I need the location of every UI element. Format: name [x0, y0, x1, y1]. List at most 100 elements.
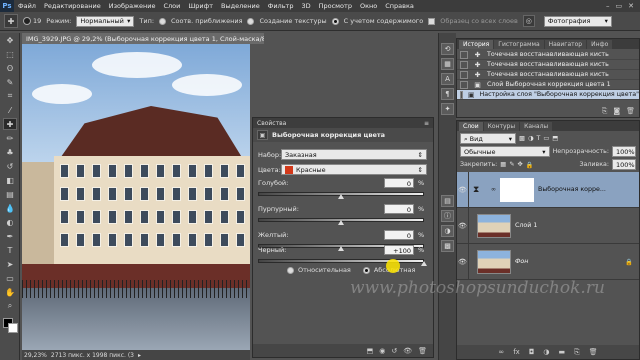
- maximize-button[interactable]: ▭: [616, 2, 623, 10]
- brush-tool-icon[interactable]: ✏: [3, 132, 17, 144]
- clone-stamp-tool-icon[interactable]: ♣: [3, 146, 17, 158]
- dodge-tool-icon[interactable]: ◐: [3, 216, 17, 228]
- close-button[interactable]: ✕: [628, 2, 634, 10]
- tab-history[interactable]: История: [459, 40, 494, 49]
- layer-row-layer1[interactable]: 👁 Слой 1: [457, 207, 639, 244]
- tab-paths[interactable]: Контуры: [483, 122, 520, 131]
- sample-all-layers-checkbox[interactable]: [428, 17, 436, 25]
- properties-tab[interactable]: Свойства: [257, 120, 286, 127]
- history-item[interactable]: ▣ Слой Выборочная коррекция цвета 1: [457, 80, 639, 90]
- layer-filter-select[interactable]: ⌕ Вид ▾: [460, 133, 516, 144]
- info-panel-icon[interactable]: ⓘ: [441, 210, 454, 222]
- blur-tool-icon[interactable]: 💧: [3, 202, 17, 214]
- move-tool-icon[interactable]: ✥: [3, 34, 17, 46]
- document-canvas[interactable]: [22, 44, 250, 350]
- tab-histogram[interactable]: Гистограмма: [494, 40, 544, 49]
- marquee-tool-icon[interactable]: ⬚: [3, 48, 17, 60]
- visibility-eye-icon[interactable]: 👁: [457, 207, 469, 244]
- menu-layers[interactable]: Слои: [159, 2, 184, 10]
- history-snapshot-box[interactable]: [460, 60, 468, 69]
- filter-smart-icon[interactable]: ⬒: [552, 135, 558, 142]
- menu-edit[interactable]: Редактирование: [40, 2, 105, 10]
- history-item[interactable]: ✚ Точечная восстанавливающая кисть: [457, 60, 639, 70]
- history-brush-tool-icon[interactable]: ↺: [3, 160, 17, 172]
- black-thumb[interactable]: [421, 261, 427, 266]
- adjustments-panel-icon[interactable]: ◑: [441, 225, 454, 237]
- visibility-eye-icon[interactable]: 👁: [457, 171, 469, 208]
- crop-tool-icon[interactable]: ⌗: [3, 90, 17, 102]
- new-adjustment-icon[interactable]: ◑: [543, 348, 549, 356]
- black-value[interactable]: +100: [384, 245, 414, 255]
- trash-icon[interactable]: 🗑: [589, 348, 598, 356]
- filter-pixel-icon[interactable]: ▩: [519, 135, 525, 142]
- mode-select[interactable]: Нормальный ▾: [76, 15, 135, 27]
- quick-select-tool-icon[interactable]: ✎: [3, 76, 17, 88]
- document-tab[interactable]: IMG_3929.JPG @ 29,2% (Выборочная коррекц…: [22, 33, 264, 44]
- eyedropper-tool-icon[interactable]: ⁄: [3, 104, 17, 116]
- radio-texture[interactable]: [247, 17, 255, 25]
- lock-transparent-icon[interactable]: ▦: [500, 161, 506, 168]
- filter-adjust-icon[interactable]: ◑: [528, 135, 534, 142]
- magenta-thumb[interactable]: [338, 220, 344, 225]
- workspace-select[interactable]: Фотография ▾: [543, 15, 612, 27]
- layer-row-adjustment[interactable]: 👁 ⧗ ∞ Выборочная корре...: [457, 171, 639, 208]
- clone-source-panel-icon[interactable]: ✦: [441, 103, 454, 115]
- radio-content-aware[interactable]: [331, 17, 339, 25]
- cyan-thumb[interactable]: [338, 194, 344, 199]
- yellow-value[interactable]: 0: [384, 230, 414, 240]
- pen-tool-icon[interactable]: ✒: [3, 230, 17, 242]
- layer-row-background[interactable]: 👁 Фон 🔒: [457, 243, 639, 280]
- blend-mode-select[interactable]: Обычные ▾: [460, 146, 550, 157]
- layer-thumbnail[interactable]: [477, 213, 511, 238]
- visibility-icon[interactable]: 👁: [403, 347, 412, 355]
- tab-layers[interactable]: Слои: [459, 122, 483, 131]
- panel-menu-icon[interactable]: ≡: [424, 120, 433, 127]
- menu-filter[interactable]: Фильтр: [264, 2, 298, 10]
- type-tool-icon[interactable]: T: [3, 244, 17, 256]
- trash-icon[interactable]: 🗑: [418, 347, 427, 355]
- reset-icon[interactable]: ↺: [391, 347, 397, 355]
- opacity-input[interactable]: 100%: [612, 146, 636, 157]
- lock-position-icon[interactable]: ✥: [518, 161, 523, 168]
- shape-tool-icon[interactable]: ▭: [3, 272, 17, 284]
- filter-shape-icon[interactable]: ▭: [543, 135, 549, 142]
- spot-healing-tool-icon[interactable]: ✚: [3, 118, 17, 130]
- menu-file[interactable]: Файл: [14, 2, 40, 10]
- lasso-tool-icon[interactable]: ʘ: [3, 62, 17, 74]
- layer-thumbnail[interactable]: [477, 249, 511, 274]
- clip-to-layer-icon[interactable]: ⬒: [367, 347, 374, 355]
- fx-icon[interactable]: fx: [513, 348, 520, 356]
- pressure-icon[interactable]: ◎: [522, 15, 535, 27]
- hand-tool-icon[interactable]: ✋: [3, 286, 17, 298]
- menu-help[interactable]: Справка: [381, 2, 418, 10]
- new-group-icon[interactable]: ▬: [558, 348, 565, 356]
- fill-input[interactable]: 100%: [612, 159, 636, 170]
- history-item[interactable]: ✚ Точечная восстанавливающая кисть: [457, 70, 639, 80]
- brush-preset-panel-icon[interactable]: ▦: [441, 58, 454, 70]
- brush-size-picker[interactable]: 19: [23, 17, 41, 25]
- link-icon[interactable]: ∞: [491, 186, 496, 193]
- zoom-level[interactable]: 29,23%: [24, 352, 47, 359]
- tab-channels[interactable]: Каналы: [520, 122, 553, 131]
- paragraph-panel-icon[interactable]: ¶: [441, 88, 454, 100]
- menu-window[interactable]: Окно: [356, 2, 381, 10]
- history-item[interactable]: ✚ Точечная восстанавливающая кисть: [457, 50, 639, 60]
- char-panel-icon[interactable]: A: [441, 73, 454, 85]
- cyan-value[interactable]: 0: [384, 178, 414, 188]
- path-select-tool-icon[interactable]: ➤: [3, 258, 17, 270]
- layer-mask-thumbnail[interactable]: [500, 177, 534, 202]
- zoom-tool-icon[interactable]: ⌕: [3, 300, 17, 312]
- menu-type[interactable]: Шрифт: [184, 2, 217, 10]
- tab-info[interactable]: Инфо: [587, 40, 613, 49]
- history-snapshot-box[interactable]: [460, 70, 468, 79]
- radio-proximity[interactable]: [159, 17, 167, 25]
- lock-pixels-icon[interactable]: ✎: [509, 161, 514, 168]
- menu-view[interactable]: Просмотр: [315, 2, 356, 10]
- history-snapshot-box[interactable]: [460, 90, 463, 99]
- new-document-icon[interactable]: ⎘: [602, 107, 608, 116]
- history-panel-icon[interactable]: ⟲: [441, 43, 454, 55]
- add-mask-icon[interactable]: ◘: [529, 348, 535, 356]
- colors-select[interactable]: Красные ⇕: [281, 164, 427, 175]
- trash-icon[interactable]: 🗑: [626, 107, 635, 115]
- gradient-tool-icon[interactable]: ▤: [3, 188, 17, 200]
